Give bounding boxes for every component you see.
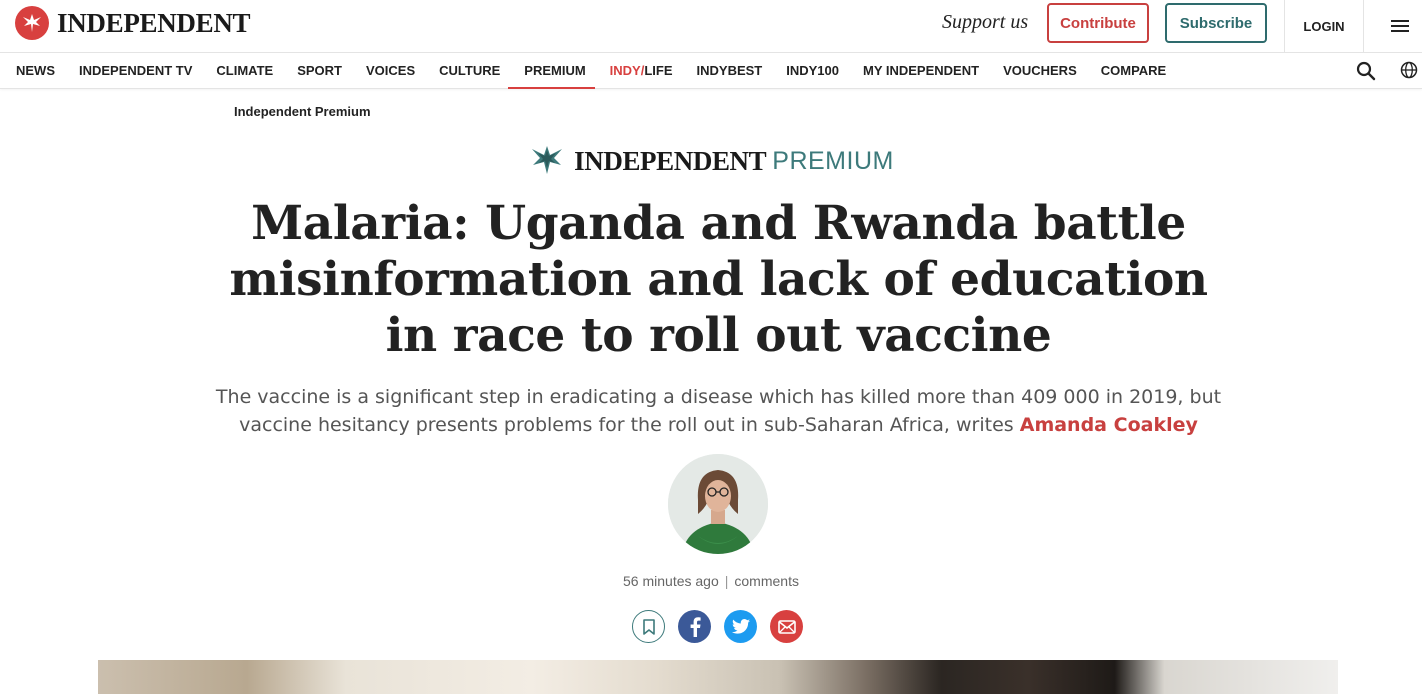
comments-link[interactable]: comments <box>734 573 799 589</box>
premium-logo-brand: INDEPENDENT <box>574 146 767 176</box>
article-headline: Malaria: Uganda and Rwanda battle misinf… <box>229 196 1208 363</box>
article-meta: 56 minutes ago | comments <box>0 573 1422 589</box>
nav-item-sport[interactable]: SPORT <box>297 53 342 88</box>
section-label[interactable]: Independent Premium <box>234 104 371 119</box>
premium-logo: INDEPENDENT PREMIUM <box>0 142 1422 181</box>
top-header: INDEPENDENT Support us Contribute Subscr… <box>0 0 1422 53</box>
main-nav: NEWS INDEPENDENT TV CLIMATE SPORT VOICES… <box>0 53 1422 89</box>
site-logo-text: INDEPENDENT <box>57 7 251 38</box>
nav-item-premium[interactable]: PREMIUM <box>508 53 596 89</box>
author-link[interactable]: Amanda Coakley <box>1020 414 1198 436</box>
twitter-icon[interactable] <box>724 610 757 643</box>
meta-separator: | <box>724 573 729 589</box>
hamburger-menu-icon[interactable] <box>1389 15 1411 37</box>
nav-item-indy100[interactable]: INDY100 <box>786 53 839 88</box>
bookmark-icon[interactable] <box>632 610 665 643</box>
search-icon[interactable] <box>1356 61 1376 81</box>
subscribe-button[interactable]: Subscribe <box>1165 3 1267 43</box>
nav-item-culture[interactable]: CULTURE <box>439 53 500 88</box>
nav-item-indy-prefix: INDY/ <box>609 63 645 78</box>
nav-item-indybest[interactable]: INDYBEST <box>697 53 763 88</box>
nav-item-independent-tv[interactable]: INDEPENDENT TV <box>79 53 192 88</box>
nav-item-vouchers[interactable]: VOUCHERS <box>1003 53 1077 88</box>
share-bar <box>632 610 803 643</box>
globe-icon[interactable] <box>1400 61 1418 79</box>
eagle-logo-icon <box>15 6 49 40</box>
login-button[interactable]: LOGIN <box>1285 0 1363 53</box>
nav-item-indy-life[interactable]: INDY/LIFE <box>610 53 673 88</box>
nav-item-news[interactable]: NEWS <box>16 53 55 88</box>
nav-item-voices[interactable]: VOICES <box>366 53 415 88</box>
nav-item-climate[interactable]: CLIMATE <box>216 53 273 88</box>
email-icon[interactable] <box>770 610 803 643</box>
hero-image <box>98 660 1338 694</box>
header-divider <box>1363 0 1364 53</box>
nav-item-my-independent[interactable]: MY INDEPENDENT <box>863 53 979 88</box>
contribute-button[interactable]: Contribute <box>1047 3 1149 43</box>
author-avatar[interactable] <box>668 454 768 554</box>
nav-item-life-suffix: LIFE <box>644 63 673 78</box>
facebook-icon[interactable] <box>678 610 711 643</box>
support-us-text: Support us <box>942 11 1029 33</box>
nav-item-compare[interactable]: COMPARE <box>1101 53 1166 88</box>
site-logo[interactable]: INDEPENDENT <box>15 6 251 40</box>
article-timestamp: 56 minutes ago <box>623 573 719 589</box>
premium-eagle-icon <box>528 142 566 181</box>
article-standfirst: The vaccine is a significant step in era… <box>211 383 1226 439</box>
premium-logo-word: PREMIUM <box>772 147 894 175</box>
